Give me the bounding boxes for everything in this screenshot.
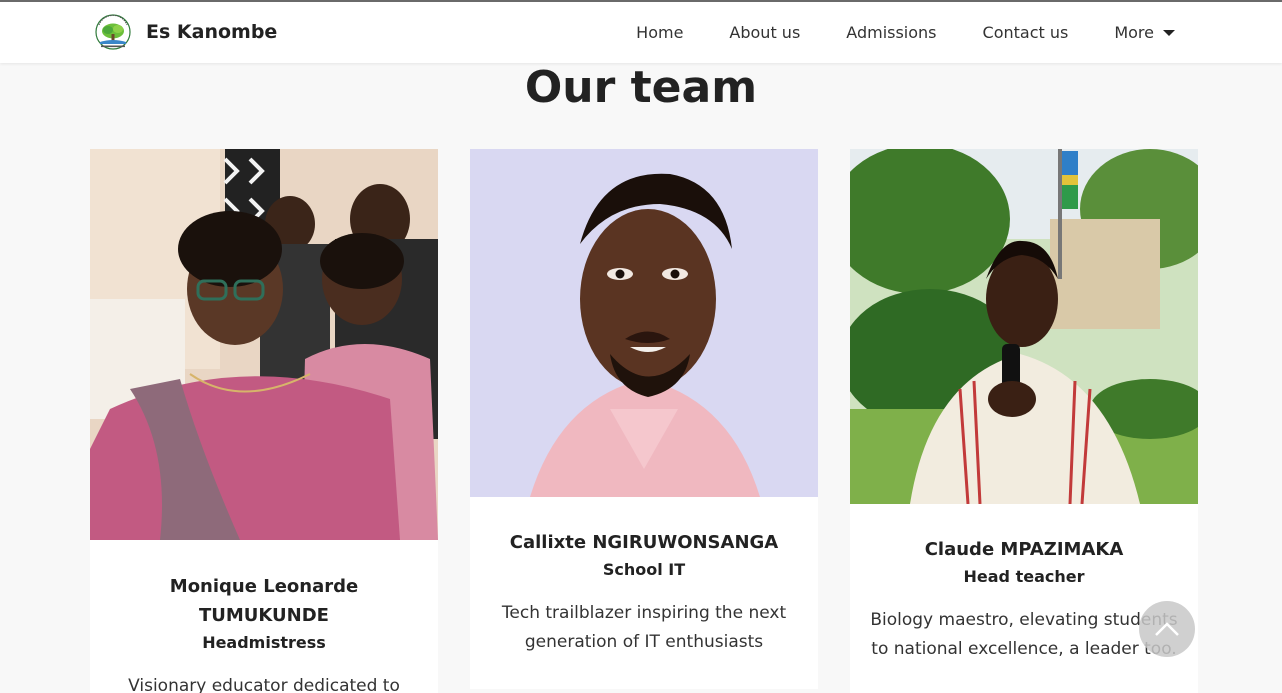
nav-contact-us[interactable]: Contact us (983, 23, 1069, 42)
brand[interactable]: Es Kanombe (93, 13, 277, 51)
team-card: Monique Leonarde TUMUKUNDE Headmistress … (90, 149, 438, 693)
brand-name: Es Kanombe (146, 21, 278, 43)
team-card: Callixte NGIRUWONSANGA School IT Tech tr… (470, 149, 818, 689)
nav-more-label: More (1114, 23, 1154, 42)
chevron-up-icon (1155, 622, 1179, 636)
scroll-to-top-button[interactable] (1139, 601, 1195, 657)
nav-admissions[interactable]: Admissions (846, 23, 936, 42)
caret-down-icon (1163, 29, 1175, 36)
nav-more-dropdown[interactable]: More (1114, 23, 1175, 42)
member-name: Monique Leonarde TUMUKUNDE (169, 576, 359, 626)
tree-logo-icon (95, 14, 131, 50)
member-photo (90, 149, 438, 540)
nav-home[interactable]: Home (636, 23, 683, 42)
member-role: School IT (602, 560, 686, 579)
member-bio: Visionary educator dedicated to (128, 676, 400, 693)
member-photo (850, 149, 1198, 504)
member-role: Head teacher (963, 567, 1085, 586)
main-nav: Home About us Admissions Contact us More (590, 2, 1175, 63)
navbar: Es Kanombe Home About us Admissions Cont… (0, 2, 1282, 63)
member-role: Headmistress (202, 633, 326, 652)
member-bio: Biology maestro, elevating students to n… (870, 610, 1178, 659)
nav-about-us[interactable]: About us (729, 23, 800, 42)
member-name: Callixte NGIRUWONSANGA (509, 532, 779, 553)
member-bio: Tech trailblazer inspiring the next gene… (501, 603, 787, 652)
member-photo (470, 149, 818, 497)
page-title: Our team (524, 62, 758, 113)
member-name: Claude MPAZIMAKA (924, 539, 1124, 560)
